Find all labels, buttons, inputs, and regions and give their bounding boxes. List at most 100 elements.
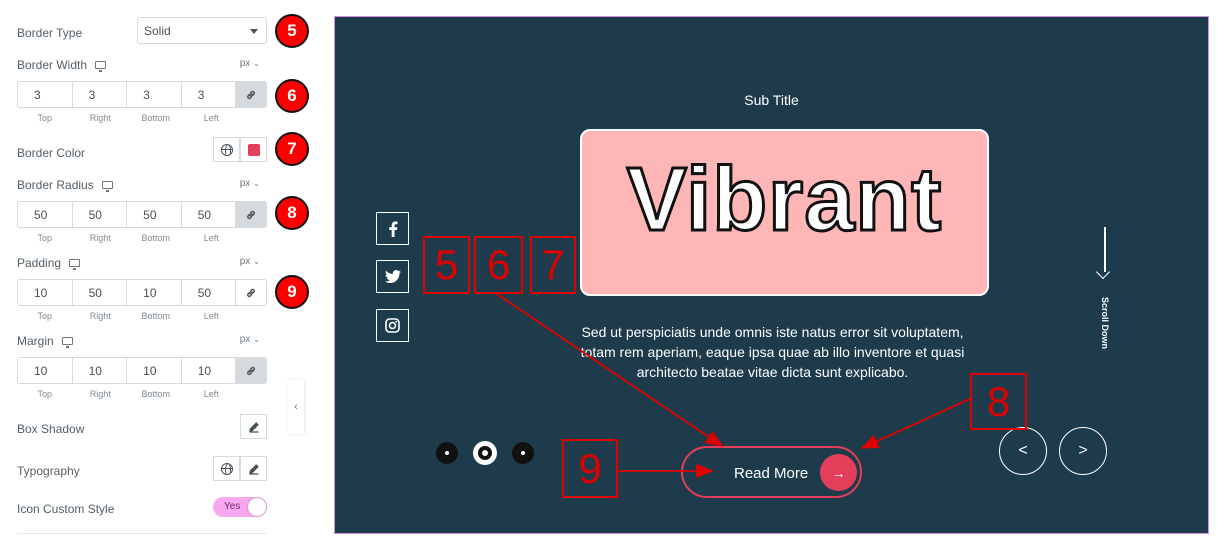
margin-left[interactable]: 10	[181, 358, 237, 383]
margin-label: Margin	[17, 334, 54, 348]
dim-label-right: Right	[89, 113, 111, 123]
dim-label-bottom: Bottom	[141, 233, 170, 243]
border-radius-row: Border Radius px ⌄	[17, 178, 267, 192]
twitter-icon	[384, 270, 401, 283]
icon-custom-style-label: Icon Custom Style	[17, 502, 115, 516]
border-width-inputs: 3 3 3 3	[17, 81, 267, 108]
pagination-dot-2[interactable]	[473, 441, 497, 465]
border-type-select[interactable]: Solid	[137, 17, 267, 44]
padding-bottom[interactable]: 10	[127, 280, 182, 305]
box-shadow-row: Box Shadow	[17, 420, 267, 438]
border-width-right[interactable]: 3	[72, 82, 128, 107]
divider	[17, 533, 267, 534]
typography-label: Typography	[17, 464, 80, 478]
margin-right[interactable]: 10	[72, 358, 128, 383]
border-type-value: Solid	[144, 24, 171, 38]
dim-label-bottom: Bottom	[141, 389, 170, 399]
dim-label-bottom: Bottom	[141, 113, 170, 123]
slide-description: Sed ut perspiciatis unde omnis iste natu…	[580, 324, 965, 380]
step-badge-5: 5	[275, 14, 309, 48]
dim-label-left: Left	[203, 113, 219, 123]
global-typography-button[interactable]	[213, 456, 240, 481]
typography-edit-button[interactable]	[240, 456, 267, 481]
link-icon[interactable]	[236, 82, 266, 107]
scroll-down-label: Scroll Down	[1100, 297, 1110, 350]
read-more-button[interactable]: Read More →	[681, 446, 862, 498]
instagram-link[interactable]	[376, 309, 409, 342]
border-width-unit[interactable]: px ⌄	[240, 58, 260, 69]
padding-labels: Top Right Bottom Left	[17, 311, 239, 321]
desktop-icon[interactable]	[61, 337, 73, 348]
annotation-box-9: 9	[562, 439, 618, 498]
dim-label-right: Right	[89, 311, 111, 321]
global-color-button[interactable]	[213, 137, 240, 162]
facebook-link[interactable]	[376, 212, 409, 245]
dim-label-left: Left	[203, 311, 219, 321]
prev-slide-button[interactable]: <	[999, 427, 1047, 475]
pencil-icon	[248, 421, 259, 433]
pagination-dot-3[interactable]	[512, 442, 534, 464]
annotation-box-5: 5	[423, 236, 470, 294]
dim-label-left: Left	[203, 389, 219, 399]
padding-top[interactable]: 10	[18, 280, 73, 305]
desktop-icon[interactable]	[69, 259, 81, 270]
globe-icon	[220, 462, 233, 475]
padding-unit[interactable]: px ⌄	[240, 256, 260, 267]
padding-row: Padding px ⌄	[17, 256, 267, 270]
twitter-link[interactable]	[376, 260, 409, 293]
desktop-icon[interactable]	[95, 61, 107, 72]
border-width-bottom[interactable]: 3	[127, 82, 182, 107]
margin-unit[interactable]: px ⌄	[240, 334, 260, 345]
border-radius-left[interactable]: 50	[181, 202, 237, 227]
next-slide-button[interactable]: >	[1059, 427, 1107, 475]
pagination-dot-1[interactable]	[436, 442, 458, 464]
link-icon[interactable]	[236, 280, 266, 305]
box-shadow-edit-button[interactable]	[240, 414, 267, 439]
style-panel: Border Type Solid Border Width px ⌄ 3 3 3…	[0, 0, 288, 544]
step-badge-6: 6	[275, 79, 309, 113]
link-icon[interactable]	[236, 202, 266, 227]
box-shadow-label: Box Shadow	[17, 422, 85, 436]
chevron-left-icon: <	[1018, 442, 1028, 459]
toggle-label: Yes	[224, 501, 241, 512]
border-color-picker[interactable]	[240, 137, 267, 162]
dim-label-bottom: Bottom	[141, 311, 170, 321]
arrow-head	[1095, 264, 1111, 280]
border-radius-labels: Top Right Bottom Left	[17, 233, 239, 243]
icon-custom-style-toggle[interactable]: Yes	[213, 497, 267, 517]
padding-label: Padding	[17, 256, 62, 270]
link-icon[interactable]	[236, 358, 266, 383]
caret-down-icon	[250, 29, 258, 34]
border-radius-inputs: 50 50 50 50	[17, 201, 267, 228]
padding-right[interactable]: 50	[72, 280, 128, 305]
dim-label-top: Top	[37, 233, 52, 243]
margin-labels: Top Right Bottom Left	[17, 389, 239, 399]
annotation-box-8: 8	[970, 373, 1027, 430]
facebook-icon	[388, 221, 397, 237]
border-width-top[interactable]: 3	[18, 82, 73, 107]
dim-label-top: Top	[37, 113, 52, 123]
margin-row: Margin px ⌄	[17, 334, 267, 348]
padding-left[interactable]: 50	[181, 280, 237, 305]
border-width-left[interactable]: 3	[181, 82, 237, 107]
globe-icon	[220, 143, 233, 156]
step-badge-7: 7	[275, 132, 309, 166]
pencil-icon	[248, 463, 259, 475]
annotation-box-6: 6	[474, 236, 523, 294]
collapse-panel-button[interactable]: ‹	[288, 380, 304, 434]
margin-bottom[interactable]: 10	[127, 358, 182, 383]
border-radius-bottom[interactable]: 50	[127, 202, 182, 227]
border-radius-unit[interactable]: px ⌄	[240, 178, 260, 189]
border-radius-label: Border Radius	[17, 178, 94, 192]
border-color-label: Border Color	[17, 146, 86, 160]
desktop-icon[interactable]	[101, 181, 113, 192]
margin-top[interactable]: 10	[18, 358, 73, 383]
scroll-down-indicator[interactable]: Scroll Down	[1095, 227, 1115, 367]
color-swatch	[247, 143, 260, 156]
border-radius-top[interactable]: 50	[18, 202, 73, 227]
border-width-row: Border Width px ⌄	[17, 58, 267, 72]
chevron-left-icon: ‹	[294, 401, 298, 413]
step-badge-9: 9	[275, 275, 309, 309]
border-radius-right[interactable]: 50	[72, 202, 128, 227]
step-badge-8: 8	[275, 196, 309, 230]
